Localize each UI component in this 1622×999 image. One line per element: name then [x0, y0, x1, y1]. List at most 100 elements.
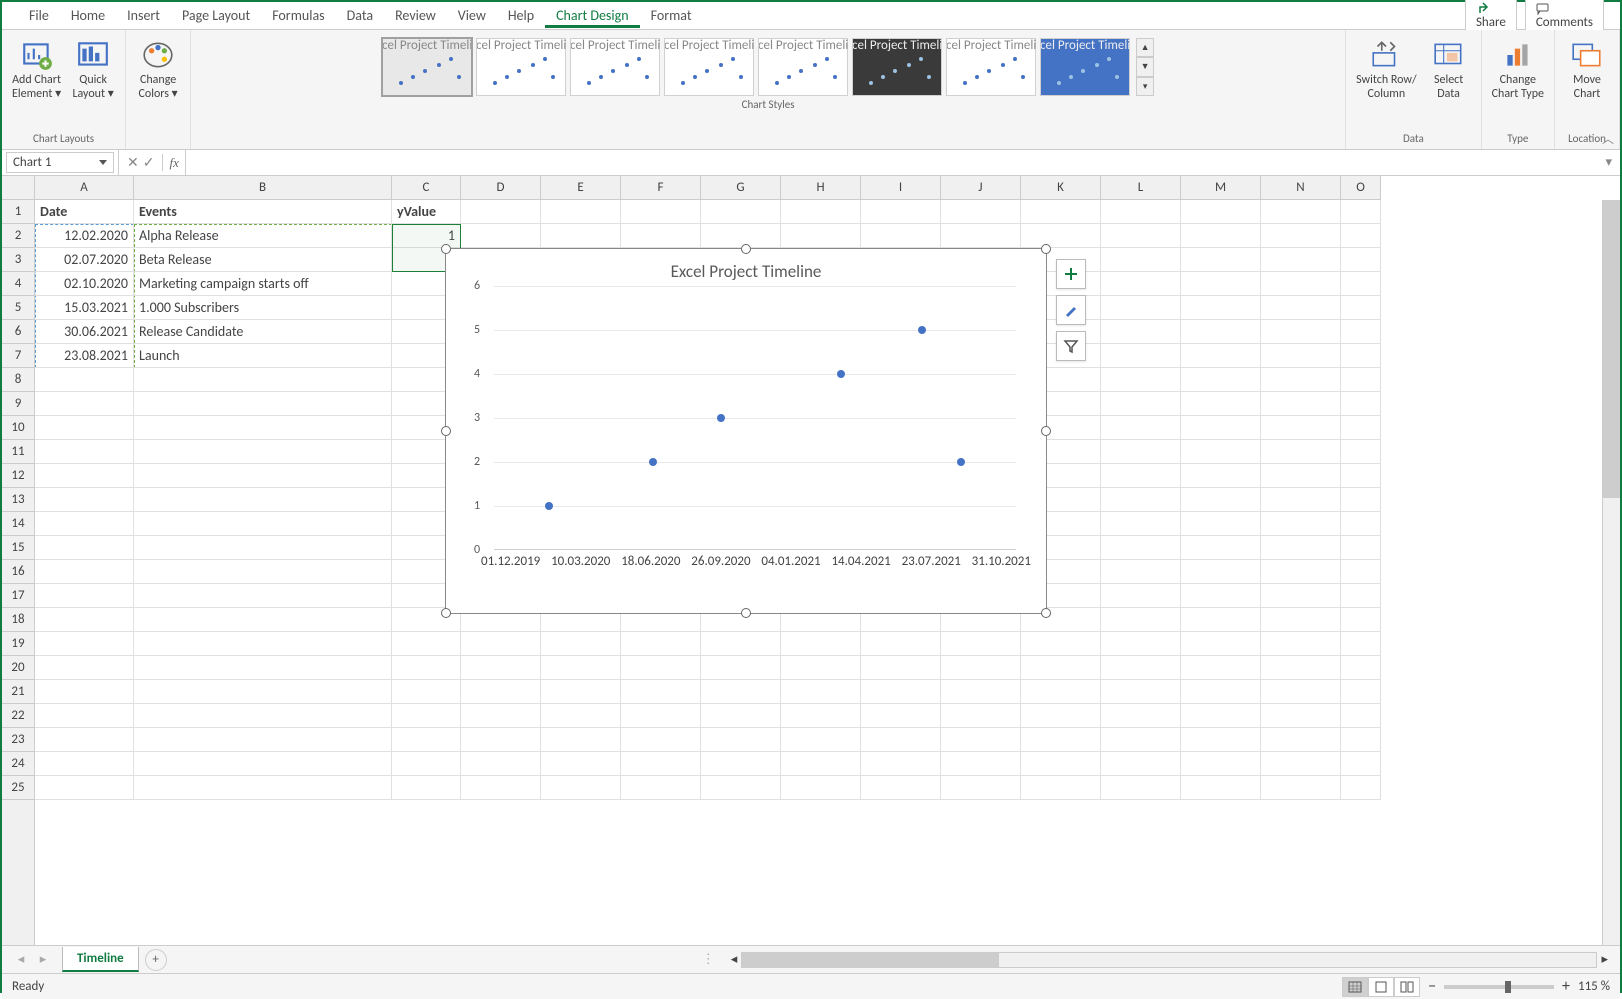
cell[interactable]	[1261, 704, 1341, 728]
cell[interactable]: 02.07.2020	[35, 248, 134, 272]
cell[interactable]	[1341, 704, 1381, 728]
row-header[interactable]: 25	[2, 776, 34, 800]
cell[interactable]	[35, 584, 134, 608]
cell[interactable]	[781, 776, 861, 800]
select-data-button[interactable]: SelectData	[1425, 34, 1473, 106]
cell[interactable]	[35, 536, 134, 560]
cell[interactable]	[621, 776, 701, 800]
cell[interactable]	[1341, 488, 1381, 512]
column-header[interactable]: N	[1261, 176, 1341, 199]
cell[interactable]	[1101, 608, 1181, 632]
sheet-tab-timeline[interactable]: Timeline	[62, 947, 139, 972]
ribbon-collapse-button[interactable]: ︿	[1602, 130, 1614, 147]
cancel-formula-icon[interactable]: ✕	[127, 154, 139, 171]
row-header[interactable]: 4	[2, 272, 34, 296]
zoom-thumb[interactable]	[1505, 981, 1511, 993]
cell[interactable]	[1261, 584, 1341, 608]
vertical-scrollbar[interactable]	[1602, 200, 1620, 945]
cell[interactable]	[134, 464, 392, 488]
cell[interactable]	[1181, 344, 1261, 368]
style-scroll-up[interactable]: ▲	[1136, 38, 1154, 57]
cell[interactable]	[701, 200, 781, 224]
chart-styles-button[interactable]	[1056, 295, 1086, 325]
cell[interactable]	[134, 656, 392, 680]
cell[interactable]: Beta Release	[134, 248, 392, 272]
chart-resize-handle[interactable]	[441, 426, 451, 436]
cell[interactable]	[1181, 248, 1261, 272]
column-header[interactable]: O	[1341, 176, 1381, 199]
cell[interactable]	[541, 656, 621, 680]
cell[interactable]	[781, 752, 861, 776]
cell[interactable]	[1341, 344, 1381, 368]
cell[interactable]	[701, 680, 781, 704]
name-box[interactable]: Chart 1	[6, 152, 114, 173]
cell[interactable]	[701, 728, 781, 752]
cell[interactable]	[1341, 368, 1381, 392]
cell[interactable]	[1101, 488, 1181, 512]
cell[interactable]	[134, 680, 392, 704]
cell[interactable]	[392, 704, 461, 728]
cell[interactable]	[1341, 224, 1381, 248]
data-point[interactable]	[918, 326, 926, 334]
cell[interactable]	[781, 656, 861, 680]
cell[interactable]	[861, 752, 941, 776]
cell[interactable]	[35, 416, 134, 440]
cell[interactable]	[861, 776, 941, 800]
cell[interactable]	[35, 752, 134, 776]
chart-resize-handle[interactable]	[741, 244, 751, 254]
quick-layout-button[interactable]: QuickLayout ▾	[69, 34, 117, 106]
row-header[interactable]: 10	[2, 416, 34, 440]
cell[interactable]	[134, 392, 392, 416]
chart-resize-handle[interactable]	[441, 608, 451, 618]
cell[interactable]	[1261, 440, 1341, 464]
cell[interactable]	[1261, 608, 1341, 632]
cell[interactable]	[1101, 464, 1181, 488]
cell[interactable]	[1101, 584, 1181, 608]
cell[interactable]	[701, 704, 781, 728]
menu-page-layout[interactable]: Page Layout	[171, 3, 261, 28]
data-point[interactable]	[717, 414, 725, 422]
cell[interactable]	[1341, 440, 1381, 464]
cell[interactable]	[1181, 272, 1261, 296]
row-header[interactable]: 11	[2, 440, 34, 464]
menu-file[interactable]: File	[18, 3, 60, 28]
cell[interactable]	[541, 200, 621, 224]
cell[interactable]	[35, 704, 134, 728]
cell[interactable]	[1021, 656, 1101, 680]
cell[interactable]	[1181, 656, 1261, 680]
cell[interactable]	[1101, 512, 1181, 536]
row-header[interactable]: 13	[2, 488, 34, 512]
chart-resize-handle[interactable]	[741, 608, 751, 618]
cell[interactable]	[1101, 632, 1181, 656]
cell[interactable]: 1.000 Subscribers	[134, 296, 392, 320]
cell[interactable]	[35, 680, 134, 704]
cell[interactable]	[541, 632, 621, 656]
cell[interactable]	[1101, 224, 1181, 248]
cell[interactable]	[134, 608, 392, 632]
cell[interactable]	[1261, 752, 1341, 776]
cell[interactable]	[392, 632, 461, 656]
cell[interactable]	[1261, 632, 1341, 656]
cell[interactable]	[1261, 368, 1341, 392]
chart-style-2[interactable]: Excel Project Timeline	[476, 38, 566, 96]
cell[interactable]	[1341, 584, 1381, 608]
chart-style-6[interactable]: Excel Project Timeline	[852, 38, 942, 96]
cell[interactable]	[1181, 488, 1261, 512]
style-more[interactable]: ▾	[1136, 77, 1154, 96]
cell[interactable]	[1341, 392, 1381, 416]
chart-plot-area[interactable]: 0123456	[494, 286, 1016, 550]
cell[interactable]	[701, 752, 781, 776]
view-normal-button[interactable]	[1342, 977, 1368, 997]
cell[interactable]	[701, 224, 781, 248]
cell[interactable]	[35, 560, 134, 584]
cell[interactable]	[1181, 536, 1261, 560]
cell[interactable]	[1181, 512, 1261, 536]
cell[interactable]	[35, 488, 134, 512]
cell[interactable]	[541, 224, 621, 248]
change-colors-button[interactable]: ChangeColors ▾	[134, 34, 182, 106]
cell[interactable]	[1181, 560, 1261, 584]
cell[interactable]	[541, 752, 621, 776]
cell[interactable]	[1101, 560, 1181, 584]
tab-next-button[interactable]: ▸	[32, 949, 54, 971]
cell[interactable]	[1341, 416, 1381, 440]
